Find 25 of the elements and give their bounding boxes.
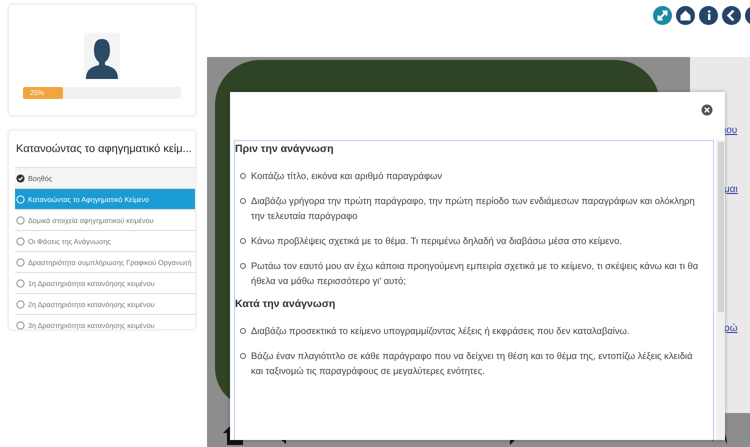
- bullet-icon: [240, 198, 246, 204]
- bullet-text: Διαβάζω προσεκτικά το κείμενο υπογραμμίζοντας λέξεις ή εκφράσεις που δεν καταλαβαίνω.: [251, 324, 630, 338]
- bullet-icon: [240, 353, 246, 359]
- bullet-text: Ρωτάω τον εαυτό μου αν έχω κάποια προηγούμενη εμπειρία σχετικά με το κείμενο, τι σκέψεις κάνω και τι θα ήθελα να μάθω περισσότερο γι' αυτό;: [251, 259, 700, 288]
- lesson-title: Κατανοώντας το αφηγηματικό κείμ...: [16, 143, 193, 155]
- bullet-text: Διαβάζω γρήγορα την πρώτη παράγραφο, την πρώτη περίοδο των ενδιάμεσων παραγράφων και ολόκληρη την τελευταία παράγραφο: [251, 194, 696, 223]
- section-heading: Κατά την ανάγνωση: [235, 298, 336, 310]
- home-button[interactable]: [676, 6, 695, 25]
- bullet-icon: [240, 328, 246, 334]
- close-button[interactable]: [701, 104, 713, 116]
- chevron-left-icon: [726, 10, 737, 21]
- bullet-text: Κάνω προβλέψεις σχετικά με το θέμα. Τι περιμένω δηλαδή να διαβάσω μέσα στο κείμενο.: [251, 234, 622, 248]
- bullet-icon: [240, 173, 246, 179]
- section-heading: Πριν την ανάγνωση: [235, 143, 335, 155]
- expand-button[interactable]: [653, 6, 672, 25]
- back-button[interactable]: [722, 6, 741, 25]
- bullet-text: Κοιτάζω τίτλο, εικόνα και αριθμό παραγράφων: [251, 169, 442, 183]
- info-icon: [706, 10, 710, 21]
- avatar-icon: [84, 33, 120, 79]
- info-button[interactable]: [699, 6, 718, 25]
- bullet-text: Βάζω έναν πλαγιότιτλο σε κάθε παράγραφο που να δείχνει τη θέση και το θέμα της, εντοπίζω λέξεις κλειδιά και ταξινομώ τις παραγράφους σε μεγαλύτερες ενότητες.: [251, 349, 694, 378]
- expand-icon: [657, 10, 668, 21]
- bullet-icon: [240, 238, 246, 244]
- home-icon: [680, 10, 691, 21]
- bullet-icon: [240, 263, 246, 269]
